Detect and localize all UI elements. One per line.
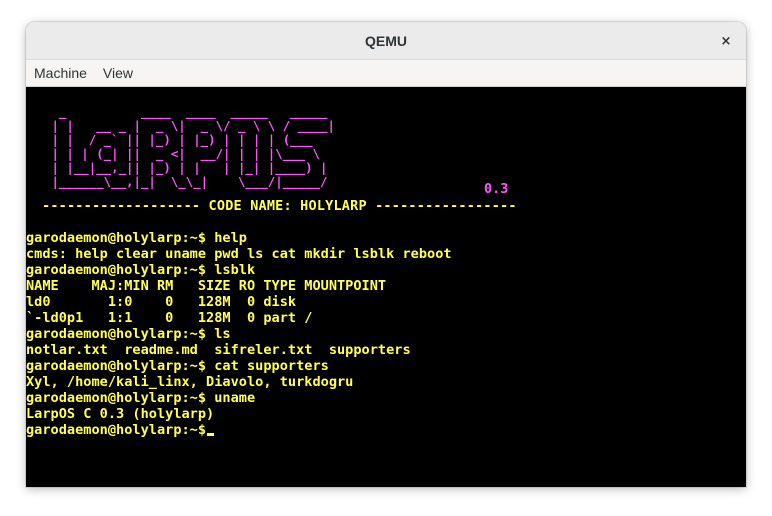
larpos-ascii-logo: _ ____ ____ _____ _____ | | __ _ | _ \| …: [51, 104, 335, 189]
terminal-line: LarpOS C 0.3 (holylarp): [26, 406, 215, 422]
terminal-prompt-line[interactable]: garodaemon@holylarp:~$: [26, 422, 746, 438]
terminal-output: garodaemon@holylarp:~$ help cmds: help c…: [26, 230, 746, 438]
menu-bar: Machine View: [26, 60, 746, 87]
logo-version: 0.3: [484, 181, 509, 197]
terminal-line: Xyl, /home/kali_linx, Diavolo, turkdogru: [26, 374, 354, 390]
title-bar[interactable]: QEMU ×: [26, 22, 746, 60]
terminal-line: cmds: help clear uname pwd ls cat mkdir …: [26, 246, 452, 262]
terminal-line: ld0 1:0 0 128M 0 disk: [26, 294, 297, 310]
vm-display[interactable]: _ ____ ____ _____ _____ | | __ _ | _ \| …: [26, 87, 746, 487]
terminal-line: garodaemon@holylarp:~$ cat supporters: [26, 358, 329, 374]
terminal-line: garodaemon@holylarp:~$ ls: [26, 326, 231, 342]
window-title: QEMU: [365, 33, 407, 49]
terminal-prompt: garodaemon@holylarp:~$: [26, 422, 207, 438]
menu-view[interactable]: View: [97, 60, 139, 86]
terminal-line: garodaemon@holylarp:~$ lsblk: [26, 262, 256, 278]
terminal-line: garodaemon@holylarp:~$ help: [26, 230, 247, 246]
terminal-line: garodaemon@holylarp:~$ uname: [26, 390, 256, 406]
qemu-window: QEMU × Machine View _ ____ ____ _____ __…: [26, 22, 746, 487]
terminal-line: NAME MAJ:MIN RM SIZE RO TYPE MOUNTPOINT: [26, 278, 387, 294]
terminal-line: `-ld0p1 1:1 0 128M 0 part /: [26, 310, 313, 326]
menu-machine[interactable]: Machine: [28, 60, 93, 86]
terminal-line: notlar.txt readme.md sifreler.txt suppor…: [26, 342, 411, 358]
close-icon[interactable]: ×: [714, 29, 738, 53]
terminal-cursor: [207, 433, 215, 436]
codename-banner: ------------------- CODE NAME: HOLYLARP …: [42, 198, 517, 214]
